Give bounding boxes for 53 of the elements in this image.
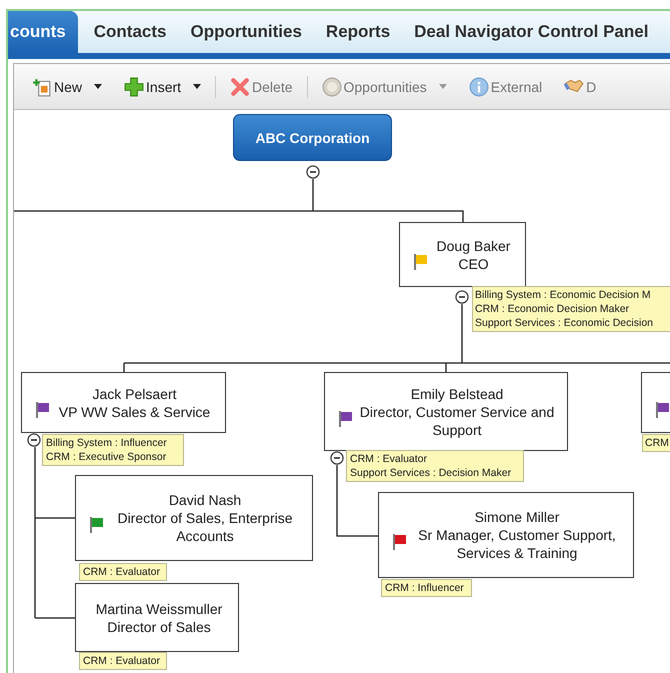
nav-tab[interactable]: Deal Navigator Control Panel: [404, 11, 660, 53]
collapse-toggle-icon[interactable]: [455, 290, 469, 304]
role-text: Support Services : Decision Maker: [350, 466, 512, 480]
contact-name: Simone Miller: [474, 508, 560, 526]
role-text: CRM : Evaluator: [83, 565, 162, 579]
nav-tab[interactable]: Opportunities: [180, 11, 314, 53]
role-text: Billing System : Influencer: [46, 436, 168, 450]
flag-icon: [337, 410, 355, 428]
contact-name: Martina Weissmuller: [94, 600, 224, 618]
role-text: Billing System : Economic Decision M: [475, 288, 652, 302]
flag-icon: [412, 252, 430, 270]
contact-title: Sr Manager, Customer Support, Services & Training: [417, 526, 617, 562]
contact-card[interactable]: David Nash Director of Sales, Enterprise Accounts: [75, 475, 313, 561]
contact-name: David Nash: [168, 491, 242, 509]
contact-title: VP WW Sales & Service: [58, 402, 212, 420]
role-text: CRM: [645, 436, 670, 450]
contact-card[interactable]: Emily Belstead Director, Customer Service and Support: [324, 372, 568, 451]
coin-icon: [322, 76, 342, 96]
company-node[interactable]: ABC Corporation: [233, 114, 392, 161]
contact-name: Jack Pelsaert: [91, 384, 178, 402]
info-icon: [468, 76, 489, 96]
contact-title: CEO: [457, 254, 490, 272]
toolbar-button[interactable]: New: [32, 76, 102, 96]
role-text: CRM : Evaluator: [83, 654, 162, 668]
role-text: CRM : Evaluator: [350, 452, 428, 466]
collapse-toggle-icon[interactable]: [27, 433, 41, 447]
collapse-toggle-icon[interactable]: [330, 451, 344, 465]
delete-icon: [230, 76, 250, 96]
contact-title: Director, Customer Service and Support: [358, 402, 556, 438]
contact-title: Director of Sales, Enterprise Accounts: [116, 509, 294, 545]
contact-card[interactable]: Jack Pelsaert VP WW Sales & Service: [21, 372, 226, 433]
role-text: CRM : Economic Decision Maker: [475, 302, 630, 316]
new-document-icon: [32, 76, 52, 96]
contact-card[interactable]: Simone Miller Sr Manager, Customer Support, Services & Training: [378, 492, 634, 578]
plus-icon: [124, 76, 144, 96]
nav-tab[interactable]: Contacts: [84, 11, 178, 53]
role-text: CRM : Influencer: [385, 581, 465, 595]
toolbar-button[interactable]: Insert: [124, 76, 202, 96]
nav-tab[interactable]: counts: [8, 11, 78, 53]
contact-title: Director of Sales: [106, 618, 212, 636]
flag-icon: [391, 533, 409, 551]
collapse-toggle-icon[interactable]: [306, 165, 320, 179]
contact-card[interactable]: Martina Weissmuller Director of Sales: [75, 583, 239, 652]
flag-icon: [88, 516, 106, 534]
role-text: CRM : Executive Sponsor: [46, 450, 168, 464]
contact-name: Emily Belstead: [410, 384, 504, 402]
nav-tab[interactable]: Reports: [316, 11, 402, 53]
contact-card[interactable]: [641, 372, 670, 433]
flag-icon: [654, 400, 670, 418]
flag-icon: [34, 400, 52, 418]
role-text: Support Services : Economic Decision: [475, 316, 654, 330]
contact-name: Doug Baker: [436, 236, 512, 254]
contact-card[interactable]: Doug Baker CEO: [399, 222, 526, 287]
